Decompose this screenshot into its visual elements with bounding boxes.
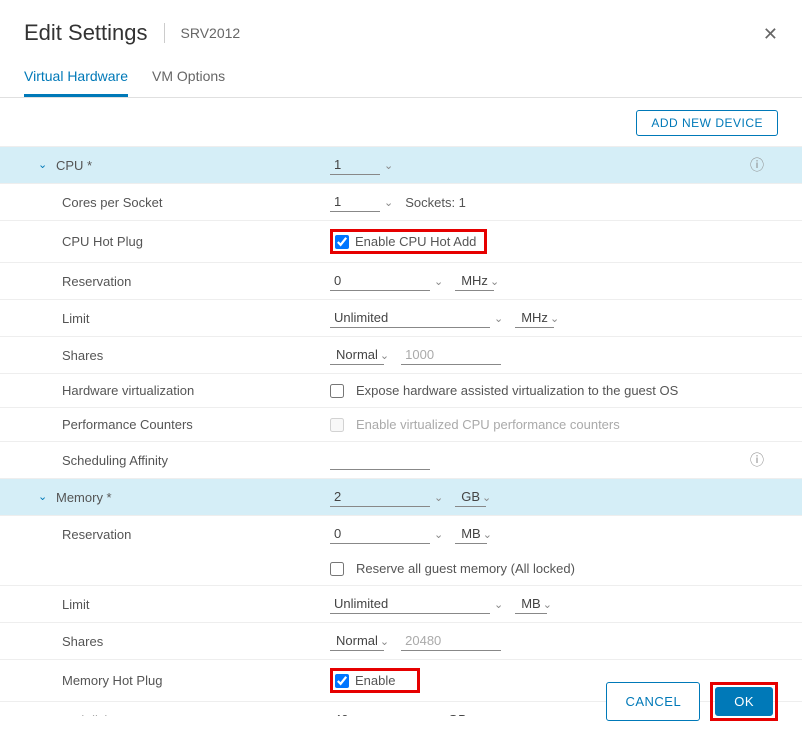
info-icon[interactable]: ⓘ: [750, 155, 764, 175]
scheduling-affinity-label: Scheduling Affinity: [62, 453, 168, 468]
hw-virtualization-checkbox[interactable]: [330, 384, 344, 398]
cpu-reservation-input[interactable]: [330, 271, 430, 291]
cpu-shares-label: Shares: [62, 348, 103, 363]
cpu-limit-label: Limit: [62, 311, 89, 326]
cpu-count-select[interactable]: [330, 155, 380, 175]
scheduling-affinity-row: Scheduling Affinity ⓘ: [0, 442, 802, 479]
ok-button[interactable]: OK: [715, 687, 773, 716]
memory-size-input[interactable]: [330, 487, 430, 507]
cpu-reservation-unit-select[interactable]: MHz: [455, 271, 494, 291]
perf-counters-checkbox-label: Enable virtualized CPU performance count…: [356, 417, 620, 432]
chevron-down-icon[interactable]: [38, 158, 50, 171]
chevron-down-icon[interactable]: ⌄: [550, 312, 559, 325]
dialog-subtitle: SRV2012: [181, 25, 241, 41]
cpu-hot-add-checkbox[interactable]: [335, 235, 349, 249]
reserve-all-memory-checkbox[interactable]: [330, 562, 344, 576]
chevron-down-icon[interactable]: ⌄: [384, 159, 393, 172]
cpu-limit-row: Limit ⌄ MHz⌄: [0, 300, 802, 337]
memory-label: Memory *: [56, 490, 112, 505]
dialog-header: Edit Settings SRV2012 ✕: [0, 0, 802, 58]
toolbar: ADD NEW DEVICE: [0, 98, 802, 146]
tab-vm-options[interactable]: VM Options: [152, 58, 225, 97]
cores-per-socket-row: Cores per Socket ⌄ Sockets: 1: [0, 184, 802, 221]
cpu-section-header[interactable]: CPU * ⌄ ⓘ: [0, 147, 802, 184]
hw-virtualization-label: Hardware virtualization: [62, 383, 194, 398]
memory-limit-row: Limit ⌄ MB⌄: [0, 586, 802, 623]
memory-reservation-row: Reservation ⌄ MB⌄: [0, 516, 802, 552]
sockets-count-label: Sockets: 1: [405, 195, 466, 210]
dialog-title: Edit Settings: [24, 20, 148, 46]
cpu-reservation-row: Reservation ⌄ MHz⌄: [0, 263, 802, 300]
memory-limit-label: Limit: [62, 597, 89, 612]
highlight-cpu-hot-add: Enable CPU Hot Add: [330, 229, 487, 254]
memory-limit-input[interactable]: [330, 594, 490, 614]
perf-counters-checkbox: [330, 418, 344, 432]
cpu-limit-unit-select[interactable]: MHz: [515, 308, 554, 328]
memory-shares-mode-select[interactable]: Normal: [330, 631, 384, 651]
close-icon[interactable]: ✕: [763, 24, 778, 45]
cpu-shares-value: [401, 345, 501, 365]
chevron-down-icon[interactable]: ⌄: [434, 275, 443, 288]
tab-bar: Virtual Hardware VM Options: [0, 58, 802, 98]
tab-virtual-hardware[interactable]: Virtual Hardware: [24, 58, 128, 97]
memory-section-header[interactable]: Memory * ⌄ GB⌄: [0, 479, 802, 516]
cancel-button[interactable]: CANCEL: [606, 682, 700, 721]
chevron-down-icon[interactable]: ⌄: [380, 635, 389, 648]
reserve-all-memory-row: Reserve all guest memory (All locked): [0, 552, 802, 586]
info-icon[interactable]: ⓘ: [750, 450, 764, 470]
memory-reservation-input[interactable]: [330, 524, 430, 544]
cpu-reservation-label: Reservation: [62, 274, 131, 289]
chevron-down-icon[interactable]: ⌄: [543, 598, 552, 611]
memory-shares-row: Shares Normal⌄: [0, 623, 802, 660]
settings-list[interactable]: CPU * ⌄ ⓘ Cores per Socket ⌄ Sockets: 1 …: [0, 146, 802, 716]
title-divider: [164, 23, 165, 43]
scheduling-affinity-input[interactable]: [330, 450, 430, 470]
cpu-shares-row: Shares Normal⌄: [0, 337, 802, 374]
hw-virtualization-checkbox-label: Expose hardware assisted virtualization …: [356, 383, 678, 398]
dialog-footer: CANCEL OK: [0, 666, 802, 749]
chevron-down-icon[interactable]: ⌄: [434, 528, 443, 541]
chevron-down-icon[interactable]: ⌄: [380, 349, 389, 362]
hw-virtualization-row: Hardware virtualization Expose hardware …: [0, 374, 802, 408]
cores-per-socket-select[interactable]: [330, 192, 380, 212]
cpu-label: CPU *: [56, 158, 92, 173]
chevron-down-icon[interactable]: ⌄: [494, 598, 503, 611]
cpu-hot-plug-row: CPU Hot Plug Enable CPU Hot Add: [0, 221, 802, 263]
chevron-down-icon[interactable]: ⌄: [482, 491, 491, 504]
cores-per-socket-label: Cores per Socket: [62, 195, 162, 210]
perf-counters-label: Performance Counters: [62, 417, 193, 432]
chevron-down-icon[interactable]: ⌄: [490, 275, 499, 288]
edit-settings-dialog: Edit Settings SRV2012 ✕ Virtual Hardware…: [0, 0, 802, 749]
memory-reservation-label: Reservation: [62, 527, 131, 542]
cpu-limit-input[interactable]: [330, 308, 490, 328]
chevron-down-icon[interactable]: ⌄: [384, 196, 393, 209]
reserve-all-memory-label: Reserve all guest memory (All locked): [356, 561, 575, 576]
highlight-ok-button: OK: [710, 682, 778, 721]
chevron-down-icon[interactable]: ⌄: [434, 491, 443, 504]
cpu-hot-add-checkbox-label: Enable CPU Hot Add: [355, 234, 476, 249]
add-new-device-button[interactable]: ADD NEW DEVICE: [636, 110, 778, 136]
cpu-hot-plug-label: CPU Hot Plug: [62, 234, 143, 249]
memory-shares-value: [401, 631, 501, 651]
chevron-down-icon[interactable]: [38, 490, 50, 503]
chevron-down-icon[interactable]: ⌄: [494, 312, 503, 325]
memory-shares-label: Shares: [62, 634, 103, 649]
chevron-down-icon[interactable]: ⌄: [483, 528, 492, 541]
perf-counters-row: Performance Counters Enable virtualized …: [0, 408, 802, 442]
cpu-shares-mode-select[interactable]: Normal: [330, 345, 384, 365]
